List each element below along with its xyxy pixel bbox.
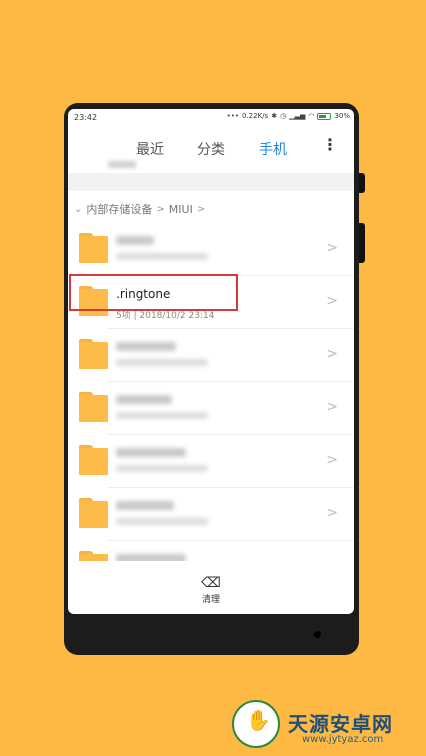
blurred-meta [116,465,208,472]
blurred-text [108,161,136,168]
blurred-meta [116,412,208,419]
folder-icon [79,392,108,422]
folder-date: 2018/10/2 23:14 [139,311,215,321]
blurred-name [116,501,174,510]
alarm-icon: ◷ [280,112,287,120]
blurred-name [116,342,176,351]
watermark: ✋ 天源安卓网 www.jytyaz.com [222,700,426,756]
tab-recent[interactable]: 最近 [136,139,164,159]
chevron-down-icon[interactable]: ⌄ [74,204,82,215]
breadcrumb: ⌄ 内部存储设备 > MIUI > [74,201,205,217]
folder-icon [79,339,108,369]
battery-icon [317,112,332,120]
chevron-right-icon: > [326,240,338,256]
chevron-right-icon: > [326,452,338,468]
folder-item-count: 5项 [116,311,131,321]
folder-icon [79,498,108,528]
tab-bar: 最近 分类 手机 ⋮ [68,135,354,161]
blurred-name [116,554,186,561]
list-item[interactable]: > [68,329,354,382]
section-separator [68,173,354,191]
folder-icon [79,445,108,475]
chevron-right-icon: > [326,505,338,521]
network-speed: 0.22K/s [242,112,269,120]
phone-screen: 23:42 ••• 0.22K/s ✱ ◷ ▁▃▅ ◠ 30% 最近 分类 手机… [68,109,354,614]
list-item-ringtone[interactable]: .ringtone 5项 | 2018/10/2 23:14 > [68,274,354,329]
blurred-meta [116,518,208,525]
signal-icon: ▁▃▅ [289,112,306,120]
more-dots-icon: ••• [226,112,239,120]
status-indicators: ••• 0.22K/s ✱ ◷ ▁▃▅ ◠ 30% [227,112,350,120]
status-bar: 23:42 ••• 0.22K/s ✱ ◷ ▁▃▅ ◠ 30% [68,109,354,127]
volume-button [359,173,365,193]
list-item[interactable]: > [68,435,354,488]
chevron-right-icon: > [326,293,338,309]
blurred-meta [116,359,208,366]
blurred-name [116,448,186,457]
android-logo-icon: ✋ [232,700,280,748]
watermark-url: www.jytyaz.com [302,734,384,745]
chevron-right-icon: > [326,346,338,362]
breadcrumb-storage[interactable]: 内部存储设备 [86,201,152,217]
blurred-meta [116,253,208,260]
list-item[interactable]: > [68,488,354,541]
list-item[interactable]: > [68,223,354,276]
folder-icon [79,233,108,263]
list-item[interactable]: > [68,382,354,435]
tab-phone[interactable]: 手机 [259,139,287,159]
chevron-right-icon: > [196,203,206,215]
tab-category[interactable]: 分类 [197,139,225,159]
clean-button[interactable]: ⌫ 清理 [198,575,224,605]
list-item[interactable] [68,541,354,561]
battery-percent: 30% [334,112,350,120]
wifi-icon: ◠ [308,112,315,120]
folder-icon [79,551,108,561]
chevron-right-icon: > [326,399,338,415]
broom-icon: ⌫ [201,575,221,591]
blurred-name [116,395,172,404]
watermark-title: 天源安卓网 [288,712,393,736]
power-button [359,223,365,263]
bluetooth-icon: ✱ [271,112,278,120]
highlight-box [69,274,238,311]
status-time: 23:42 [74,113,98,122]
blurred-name [116,236,154,245]
camera-dot [314,631,321,638]
clean-label: 清理 [201,595,220,605]
more-options-icon[interactable]: ⋮ [322,135,338,154]
breadcrumb-folder[interactable]: MIUI [169,203,193,216]
chevron-right-icon: > [156,203,165,215]
